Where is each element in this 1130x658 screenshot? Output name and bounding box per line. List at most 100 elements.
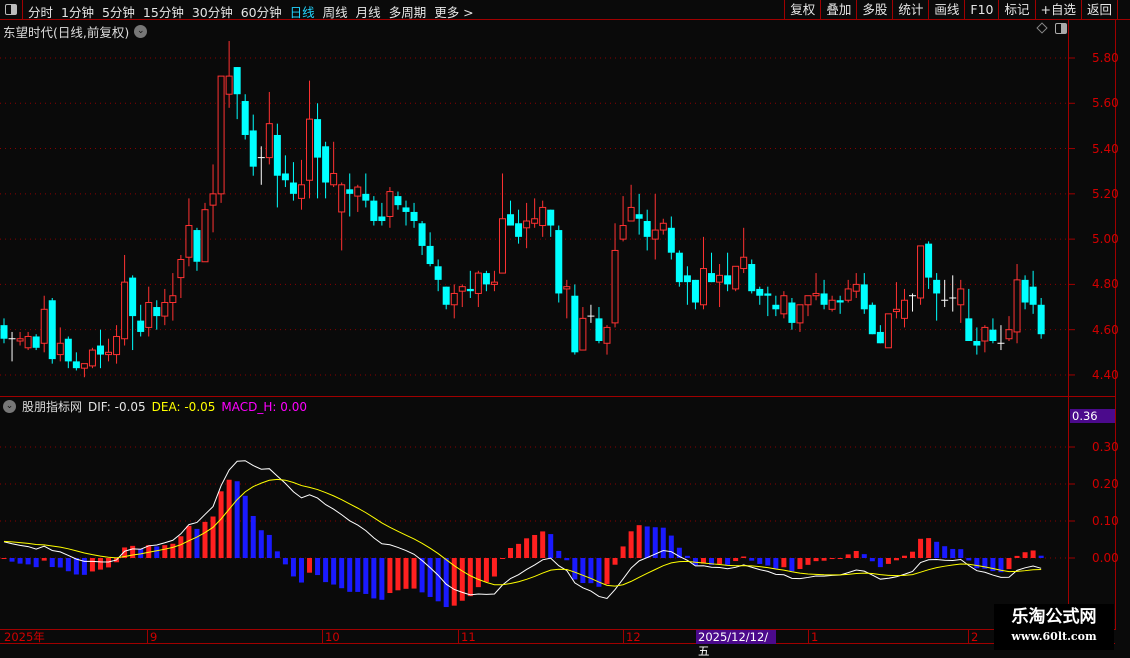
macd-histogram-bar <box>733 558 739 562</box>
macd-legend: ⌄ 股朋指标网 DIF: -0.05 DEA: -0.05 MACD_H: 0.… <box>3 398 307 415</box>
kline-chart[interactable] <box>0 0 1130 650</box>
candle-up <box>957 288 965 306</box>
candle-up <box>56 342 64 356</box>
candle-up <box>603 326 611 344</box>
candle-down <box>691 279 699 303</box>
macd-histogram-bar <box>339 558 345 589</box>
candle-up <box>185 225 193 258</box>
macd-histogram-bar <box>347 558 353 592</box>
time-label: 10 <box>322 630 340 644</box>
macd-histogram-bar <box>17 558 23 564</box>
candle-down <box>289 182 297 194</box>
panel-toggle-icon[interactable] <box>1055 23 1067 34</box>
macd-histogram-bar <box>757 558 763 564</box>
macd-histogram-bar <box>861 554 867 558</box>
price-tick: 4.80 <box>1092 277 1119 291</box>
candle-up <box>523 220 531 229</box>
pane-divider[interactable] <box>0 396 1115 397</box>
macd-tick: 0.30 <box>1092 440 1119 454</box>
macd-histogram-bar <box>741 556 747 558</box>
macd-histogram-bar <box>65 558 71 572</box>
indicator-name[interactable]: 股朋指标网 <box>22 398 82 415</box>
macd-histogram-bar <box>475 558 481 588</box>
macd-histogram-bar <box>258 530 264 558</box>
macd-current-value: 0.36 <box>1070 409 1115 423</box>
candle-down <box>482 273 490 285</box>
macd-histogram-bar <box>628 531 634 558</box>
macd-histogram-bar <box>789 558 795 572</box>
macd-histogram-bar <box>572 558 578 580</box>
candle-down <box>756 288 764 296</box>
chevron-down-icon[interactable]: ⌄ <box>3 400 16 413</box>
candle-up <box>651 229 659 240</box>
candle-up <box>490 281 498 285</box>
macd-histogram-bar <box>315 558 321 576</box>
macd-histogram-bar <box>612 558 618 565</box>
macd-histogram-bar <box>749 558 755 561</box>
macd-histogram-bar <box>524 538 530 558</box>
macd-histogram-bar <box>435 558 441 602</box>
macd-histogram-bar <box>355 558 361 592</box>
candle-down <box>273 134 281 176</box>
candle-up <box>812 292 820 297</box>
candle-down <box>724 275 732 285</box>
macd-tick: 0.00 <box>1092 551 1119 565</box>
macd-histogram-bar <box>942 546 948 558</box>
price-tick: 5.20 <box>1092 187 1119 201</box>
time-label: 11 <box>458 630 476 644</box>
candle-down <box>675 252 683 283</box>
macd-histogram-bar <box>130 545 136 558</box>
chevron-down-icon[interactable]: ⌄ <box>134 25 148 38</box>
candle-up <box>539 206 547 227</box>
candle-up <box>804 295 812 306</box>
candle-up <box>611 249 619 324</box>
macd-histogram-bar <box>250 515 256 558</box>
candle-up <box>474 272 482 294</box>
candle-up <box>579 317 587 351</box>
candle-up <box>458 286 466 292</box>
candle-down <box>378 216 386 222</box>
macd-histogram-bar <box>290 558 296 577</box>
time-label: 12 <box>623 630 641 644</box>
macd-histogram-bar <box>266 534 272 558</box>
candle-down <box>64 338 72 362</box>
candle-up <box>201 209 209 263</box>
macd-histogram-bar <box>178 536 184 558</box>
candle-down <box>820 293 828 305</box>
candle-down <box>515 223 523 237</box>
dif-value: DIF: -0.05 <box>88 399 146 414</box>
macd-histogram-bar <box>234 481 240 558</box>
axis-divider <box>1068 20 1069 630</box>
macd-histogram-bar <box>926 538 932 558</box>
candle-down <box>466 288 474 292</box>
macd-histogram-bar <box>1014 555 1020 558</box>
candle-down <box>241 101 249 135</box>
macd-histogram-bar <box>660 527 666 558</box>
macd-histogram-bar <box>41 558 47 561</box>
macd-histogram-bar <box>298 558 304 583</box>
macd-histogram-bar <box>725 558 731 565</box>
macd-histogram-bar <box>853 550 859 558</box>
candle-down <box>571 295 579 353</box>
macd-histogram-bar <box>49 558 55 568</box>
candle-down <box>635 214 643 219</box>
candle-up <box>177 258 185 279</box>
macd-histogram-bar <box>604 558 610 585</box>
candle-up <box>40 308 48 344</box>
macd-histogram-bar <box>885 558 891 564</box>
macd-histogram-bar <box>9 558 15 562</box>
candle-down <box>281 173 289 181</box>
macd-histogram-bar <box>684 555 690 558</box>
candle-down <box>96 345 104 355</box>
candle-up <box>338 184 346 213</box>
macd-histogram-bar <box>97 558 103 570</box>
candle-up <box>145 302 153 328</box>
macd-histogram-bar <box>194 528 200 558</box>
macd-histogram-bar <box>797 558 803 569</box>
dif-line <box>3 460 1042 600</box>
candle-down <box>434 266 442 280</box>
watermark: 乐淘公式网 www.60lt.com <box>994 604 1114 650</box>
macd-h-value: MACD_H: 0.00 <box>221 399 307 414</box>
candle-down <box>394 196 402 206</box>
candle-up <box>884 313 892 349</box>
